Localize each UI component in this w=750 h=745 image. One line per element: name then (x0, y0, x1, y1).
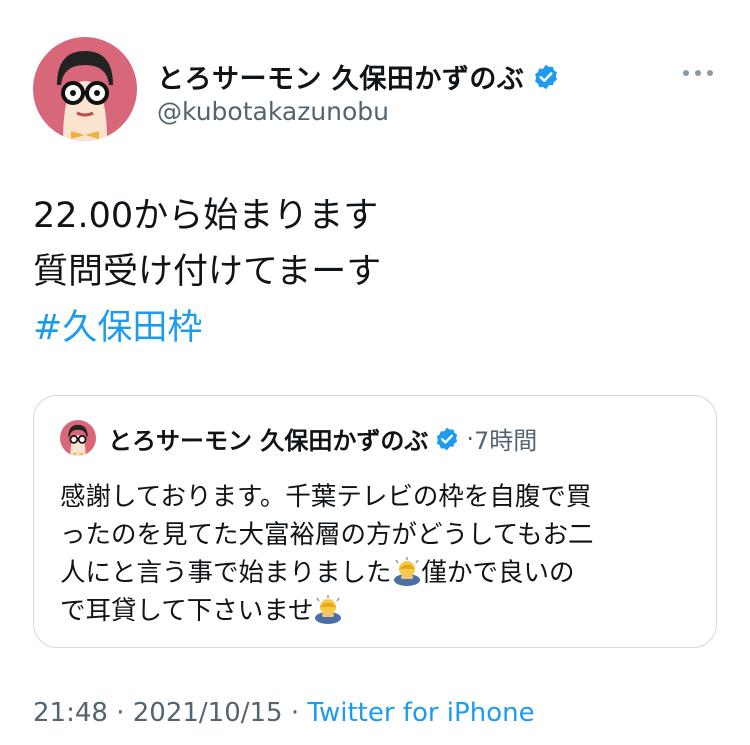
quoted-text-line: 感謝しております。千葉テレビの枠を自腹で買 (60, 482, 592, 512)
quoted-header: とろサーモン 久保田かずのぶ · 7時間 (108, 421, 537, 456)
quoted-text-line: で耳貸して下さいませ (60, 592, 700, 630)
person-bowing-emoji (315, 595, 342, 624)
quoted-text-line: ったのを見てた大富裕層の方がどうしてもお二 (60, 520, 594, 550)
quoted-text: 感謝しております。千葉テレビの枠を自腹で買 ったのを見てた大富裕層の方がどうして… (60, 478, 700, 630)
quoted-text-line: 人にと言う事で始まりました 僅かで良いの (60, 554, 700, 592)
tweet-header: とろサーモン 久保田かずのぶ @kubotakazunobu (33, 37, 723, 147)
footer-separator: · (116, 698, 125, 728)
quoted-text-segment: 僅かで良いの (421, 558, 575, 588)
quoted-separator: · (466, 424, 474, 453)
quoted-tweet-card[interactable]: とろサーモン 久保田かずのぶ · 7時間 感謝しております。千葉テレビの枠を自腹… (33, 395, 717, 648)
avatar-illustration (57, 51, 113, 141)
tweet-text: 22.00から始まります 質問受け付けてまーす #久保田枠 (33, 188, 381, 356)
avatar-illustration (68, 424, 88, 456)
person-bowing-emoji (393, 557, 420, 586)
footer-separator: · (290, 698, 300, 728)
verified-badge-icon (437, 427, 458, 450)
more-options-icon[interactable] (681, 65, 715, 81)
author-handle[interactable]: @kubotakazunobu (157, 97, 389, 126)
author-name[interactable]: とろサーモン 久保田かずのぶ (157, 57, 524, 96)
quoted-time: 7時間 (474, 427, 538, 455)
author-name-row: とろサーモン 久保田かずのぶ (157, 57, 560, 96)
tweet-text-line: 質問受け付けてまーす (33, 252, 382, 292)
author-avatar[interactable] (33, 37, 137, 141)
tweet-footer: 21:48 · 2021/10/15 · Twitter for iPhone (33, 698, 535, 728)
hashtag-link[interactable]: #久保田枠 (33, 300, 381, 356)
quoted-author-name: とろサーモン 久保田かずのぶ (108, 427, 429, 455)
quoted-author-avatar (60, 420, 96, 456)
quoted-text-segment: で耳貸して下さいませ (60, 596, 314, 626)
tweet-source-link[interactable]: Twitter for iPhone (307, 698, 534, 728)
tweet-date[interactable]: 2021/10/15 (133, 698, 283, 728)
verified-badge-icon (535, 64, 558, 89)
tweet-text-line: 22.00から始まります (33, 196, 379, 236)
tweet-time[interactable]: 21:48 (33, 698, 108, 728)
quoted-text-segment: 人にと言う事で始まりました (60, 558, 392, 588)
